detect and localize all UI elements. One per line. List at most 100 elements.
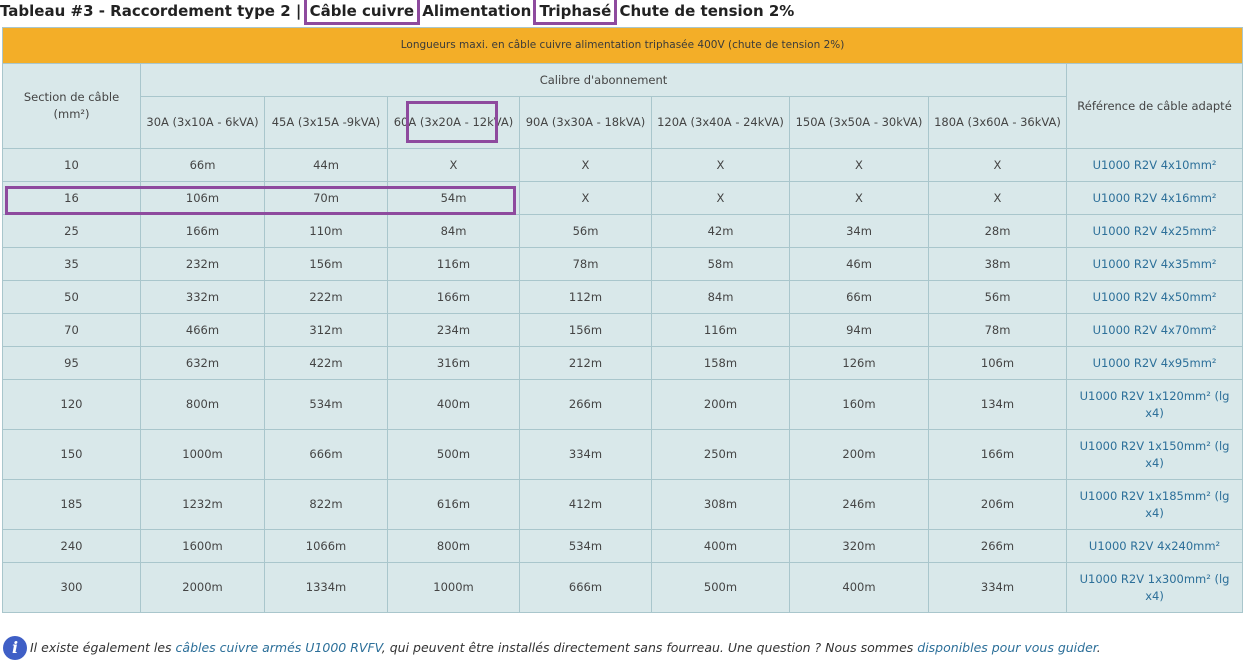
link-cables-armes[interactable]: câbles cuivre armés U1000 RVFV (176, 640, 382, 655)
length-cell: 234m (387, 313, 520, 347)
length-cell: 44m (264, 148, 388, 182)
cable-reference-link[interactable]: U1000 R2V 4x70mm² (1065, 313, 1244, 347)
length-cell: 2000m (140, 562, 265, 613)
length-cell: 116m (387, 247, 520, 281)
cable-reference-link[interactable]: U1000 R2V 4x35mm² (1065, 247, 1244, 281)
cable-reference-link[interactable]: U1000 R2V 4x10mm² (1065, 148, 1244, 182)
length-cell: 800m (140, 379, 265, 430)
length-cell: 160m (789, 379, 929, 430)
title-phase-highlight: Triphasé (533, 0, 618, 25)
length-cell: 1000m (140, 429, 265, 480)
length-cell: 58m (651, 247, 790, 281)
length-cell: 800m (387, 529, 520, 563)
length-cell: 166m (928, 429, 1067, 480)
length-cell: 500m (651, 562, 790, 613)
length-cell: 106m (140, 181, 265, 215)
section-cell: 240 (2, 529, 141, 563)
length-cell: 54m (387, 181, 520, 215)
length-cell: 312m (264, 313, 388, 347)
length-cell: 84m (651, 280, 790, 314)
length-cell: 78m (519, 247, 652, 281)
footer-text-3: . (1096, 640, 1101, 655)
length-cell: 534m (264, 379, 388, 430)
length-cell: X (789, 148, 929, 182)
length-cell: 70m (264, 181, 388, 215)
length-cell: X (519, 181, 652, 215)
section-cell: 16 (2, 181, 141, 215)
section-cell: 50 (2, 280, 141, 314)
cable-length-table: Longueurs maxi. en câble cuivre alimenta… (1, 27, 1244, 613)
section-cell: 35 (2, 247, 141, 281)
length-cell: 246m (789, 479, 929, 530)
page-title: Tableau #3 - Raccordement type 2 | Câble… (0, 0, 794, 25)
length-cell: 616m (387, 479, 520, 530)
section-cell: 70 (2, 313, 141, 347)
section-cell: 185 (2, 479, 141, 530)
cable-reference-link[interactable]: U1000 R2V 4x16mm² (1065, 181, 1244, 215)
length-cell: 84m (387, 214, 520, 248)
length-cell: 250m (651, 429, 790, 480)
section-cell: 10 (2, 148, 141, 182)
length-cell: 66m (789, 280, 929, 314)
cable-reference-link[interactable]: U1000 R2V 1x120mm² (lg x4) (1065, 379, 1244, 430)
length-cell: 400m (651, 529, 790, 563)
length-cell: 112m (519, 280, 652, 314)
length-cell: 666m (519, 562, 652, 613)
length-cell: 206m (928, 479, 1067, 530)
title-prefix: Tableau #3 - Raccordement type 2 | (0, 2, 302, 20)
link-disponibles[interactable]: disponibles pour vous guider (917, 640, 1097, 655)
table-row: 185 1232m 822m 616m 412m 308m 246m 206m U1000 R2… (2, 479, 1244, 530)
length-cell: 134m (928, 379, 1067, 430)
footer-text-2: , qui peuvent être installés directement… (381, 640, 918, 655)
table-row: 120 800m 534m 400m 266m 200m 160m 134m U1000 R2V… (2, 379, 1244, 430)
calibre-header: Calibre d'abonnement (140, 63, 1067, 97)
cable-reference-link[interactable]: U1000 R2V 4x50mm² (1065, 280, 1244, 314)
length-cell: X (651, 148, 790, 182)
footer-text-1: Il existe également les (30, 640, 176, 655)
length-cell: 334m (519, 429, 652, 480)
length-cell: 200m (789, 429, 929, 480)
length-cell: 1334m (264, 562, 388, 613)
section-header: Section de câble (mm²) (2, 63, 141, 149)
length-cell: 1066m (264, 529, 388, 563)
section-cell: 95 (2, 346, 141, 380)
length-cell: 332m (140, 280, 265, 314)
length-cell: 1232m (140, 479, 265, 530)
cable-reference-link[interactable]: U1000 R2V 1x300mm² (lg x4) (1065, 562, 1244, 613)
table-row: 25 166m 110m 84m 56m 42m 34m 28m U1000 R2V 4x25m… (2, 214, 1244, 248)
length-cell: X (928, 148, 1067, 182)
length-cell: 466m (140, 313, 265, 347)
length-cell: 666m (264, 429, 388, 480)
length-cell: 200m (651, 379, 790, 430)
length-cell: 400m (387, 379, 520, 430)
section-cell: 120 (2, 379, 141, 430)
length-cell: 166m (140, 214, 265, 248)
cable-reference-link[interactable]: U1000 R2V 4x95mm² (1065, 346, 1244, 380)
title-cable-highlight: Câble cuivre (303, 0, 421, 25)
length-cell: 534m (519, 529, 652, 563)
length-cell: 320m (789, 529, 929, 563)
cable-reference-link[interactable]: U1000 R2V 1x150mm² (lg x4) (1065, 429, 1244, 480)
length-cell: 28m (928, 214, 1067, 248)
table-row: 240 1600m 1066m 800m 534m 400m 320m 266m U1000 R… (2, 529, 1244, 563)
cable-reference-link[interactable]: U1000 R2V 4x240mm² (1065, 529, 1244, 563)
length-cell: 106m (928, 346, 1067, 380)
table-row: 35 232m 156m 116m 78m 58m 46m 38m U1000 R2V 4x35… (2, 247, 1244, 281)
section-cell: 300 (2, 562, 141, 613)
length-cell: 56m (928, 280, 1067, 314)
cable-reference-link[interactable]: U1000 R2V 1x185mm² (lg x4) (1065, 479, 1244, 530)
calibre-col-header: 90A (3x30A - 18kVA) (519, 96, 652, 149)
length-cell: X (519, 148, 652, 182)
length-cell: X (651, 181, 790, 215)
length-cell: 822m (264, 479, 388, 530)
length-cell: 1600m (140, 529, 265, 563)
calibre-col-header: 150A (3x50A - 30kVA) (789, 96, 929, 149)
section-cell: 25 (2, 214, 141, 248)
length-cell: 34m (789, 214, 929, 248)
cable-reference-link[interactable]: U1000 R2V 4x25mm² (1065, 214, 1244, 248)
length-cell: 126m (789, 346, 929, 380)
calibre-col-header: 120A (3x40A - 24kVA) (651, 96, 790, 149)
length-cell: 212m (519, 346, 652, 380)
length-cell: X (387, 148, 520, 182)
section-cell: 150 (2, 429, 141, 480)
